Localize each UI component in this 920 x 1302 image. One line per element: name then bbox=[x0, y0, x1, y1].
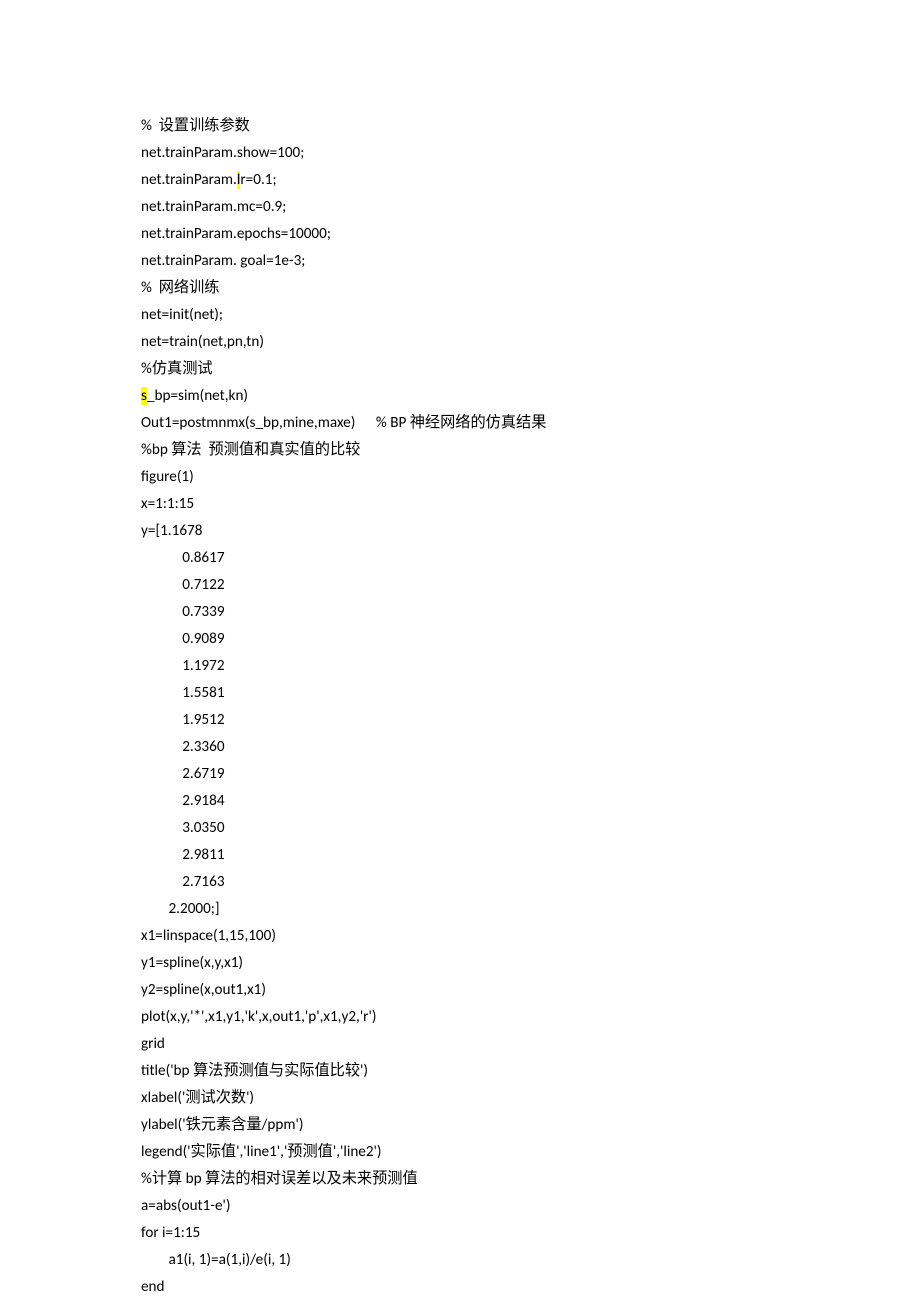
code-line: for i=1:15 bbox=[141, 1220, 920, 1247]
code-line: net.trainParam.epochs=10000; bbox=[141, 221, 920, 248]
code-line: a=abs(out1-e') bbox=[141, 1193, 920, 1220]
code-text: a1(i, 1)=a(1,i)/e(i, 1) bbox=[141, 1251, 291, 1269]
code-line: net=train(net,pn,tn) bbox=[141, 329, 920, 356]
code-text: 0.7122 bbox=[141, 576, 225, 594]
code-text: _bp=sim(net,kn) bbox=[147, 387, 248, 405]
code-line: net.trainParam.mc=0.9; bbox=[141, 194, 920, 221]
code-text: net.trainParam.epochs=10000; bbox=[141, 225, 331, 243]
code-line: net.trainParam.lr=0.1; bbox=[141, 167, 920, 194]
code-line: 2.9811 bbox=[141, 842, 920, 869]
code-text: net.trainParam.mc=0.9; bbox=[141, 198, 286, 216]
code-line: x=1:1:15 bbox=[141, 491, 920, 518]
code-line: %仿真测试 bbox=[141, 356, 920, 383]
code-text: net.trainParam. bbox=[141, 171, 237, 189]
code-line: % 网络训练 bbox=[141, 275, 920, 302]
code-text: r=0.1; bbox=[240, 171, 276, 189]
code-text: % 设置训练参数 bbox=[141, 117, 250, 135]
code-line: %计算 bp 算法的相对误差以及未来预测值 bbox=[141, 1166, 920, 1193]
code-text: 1.5581 bbox=[141, 684, 225, 702]
code-line: y=[1.1678 bbox=[141, 518, 920, 545]
code-text: %计算 bp 算法的相对误差以及未来预测值 bbox=[141, 1170, 418, 1188]
code-text: ylabel('铁元素含量/ppm') bbox=[141, 1116, 303, 1134]
code-line: 2.6719 bbox=[141, 761, 920, 788]
code-text: 1.1972 bbox=[141, 657, 225, 675]
code-line: 0.7339 bbox=[141, 599, 920, 626]
code-text: 0.9089 bbox=[141, 630, 225, 648]
code-text: xlabel('测试次数') bbox=[141, 1089, 254, 1107]
code-text: y1=spline(x,y,x1) bbox=[141, 954, 243, 972]
code-line: figure(1) bbox=[141, 464, 920, 491]
code-line: 1.5581 bbox=[141, 680, 920, 707]
code-line: title('bp 算法预测值与实际值比较') bbox=[141, 1058, 920, 1085]
code-line: ylabel('铁元素含量/ppm') bbox=[141, 1112, 920, 1139]
code-text: %bp 算法 预测值和真实值的比较 bbox=[141, 441, 360, 459]
code-text: legend('实际值','line1','预测值','line2') bbox=[141, 1143, 382, 1161]
document-page: % 设置训练参数 net.trainParam.show=100; net.trai… bbox=[0, 0, 920, 1301]
code-text: 0.7339 bbox=[141, 603, 225, 621]
code-line: 2.2000;] bbox=[141, 896, 920, 923]
code-text: 0.8617 bbox=[141, 549, 225, 567]
code-text: y=[1.1678 bbox=[141, 522, 202, 540]
code-text: grid bbox=[141, 1035, 165, 1053]
code-text: x1=linspace(1,15,100) bbox=[141, 927, 276, 945]
code-text: 2.9811 bbox=[141, 846, 225, 864]
code-text: net=train(net,pn,tn) bbox=[141, 333, 264, 351]
code-text: 2.9184 bbox=[141, 792, 225, 810]
code-line: 0.9089 bbox=[141, 626, 920, 653]
code-text: 2.6719 bbox=[141, 765, 225, 783]
code-line: net.trainParam.show=100; bbox=[141, 140, 920, 167]
code-text: figure(1) bbox=[141, 468, 194, 486]
code-line: 1.1972 bbox=[141, 653, 920, 680]
code-line: y2=spline(x,out1,x1) bbox=[141, 977, 920, 1004]
code-text: for i=1:15 bbox=[141, 1224, 200, 1242]
code-line: 3.0350 bbox=[141, 815, 920, 842]
code-line: 1.9512 bbox=[141, 707, 920, 734]
code-line: net=init(net); bbox=[141, 302, 920, 329]
code-line: plot(x,y,'*',x1,y1,'k',x,out1,'p',x1,y2,… bbox=[141, 1004, 920, 1031]
code-line: 0.8617 bbox=[141, 545, 920, 572]
code-text: plot(x,y,'*',x1,y1,'k',x,out1,'p',x1,y2,… bbox=[141, 1008, 376, 1026]
code-line: 2.7163 bbox=[141, 869, 920, 896]
code-text: net=init(net); bbox=[141, 306, 223, 324]
code-line: 2.9184 bbox=[141, 788, 920, 815]
code-line: 0.7122 bbox=[141, 572, 920, 599]
code-text: net.trainParam. goal=1e-3; bbox=[141, 252, 305, 270]
code-text: 3.0350 bbox=[141, 819, 225, 837]
code-text: 2.2000;] bbox=[141, 900, 220, 918]
code-text: a=abs(out1-e') bbox=[141, 1197, 231, 1215]
code-text: end bbox=[141, 1278, 165, 1296]
code-text: % 网络训练 bbox=[141, 279, 219, 297]
code-text: Out1=postmnmx(s_bp,mine,maxe) % BP 神经网络的… bbox=[141, 414, 546, 432]
code-text: 2.7163 bbox=[141, 873, 225, 891]
code-text: 2.3360 bbox=[141, 738, 225, 756]
code-line: % 设置训练参数 bbox=[141, 113, 920, 140]
code-line: net.trainParam. goal=1e-3; bbox=[141, 248, 920, 275]
code-line: legend('实际值','line1','预测值','line2') bbox=[141, 1139, 920, 1166]
code-line: s_bp=sim(net,kn) bbox=[141, 383, 920, 410]
code-line: grid bbox=[141, 1031, 920, 1058]
code-line: Out1=postmnmx(s_bp,mine,maxe) % BP 神经网络的… bbox=[141, 410, 920, 437]
code-text: net.trainParam.show=100; bbox=[141, 144, 304, 162]
code-line: xlabel('测试次数') bbox=[141, 1085, 920, 1112]
code-line: a1(i, 1)=a(1,i)/e(i, 1) bbox=[141, 1247, 920, 1274]
code-text: %仿真测试 bbox=[141, 360, 213, 378]
code-text: 1.9512 bbox=[141, 711, 225, 729]
code-text: title('bp 算法预测值与实际值比较') bbox=[141, 1062, 368, 1080]
code-text: x=1:1:15 bbox=[141, 495, 194, 513]
code-line: y1=spline(x,y,x1) bbox=[141, 950, 920, 977]
code-line: end bbox=[141, 1274, 920, 1301]
code-text: y2=spline(x,out1,x1) bbox=[141, 981, 266, 999]
code-line: 2.3360 bbox=[141, 734, 920, 761]
code-line: %bp 算法 预测值和真实值的比较 bbox=[141, 437, 920, 464]
code-line: x1=linspace(1,15,100) bbox=[141, 923, 920, 950]
